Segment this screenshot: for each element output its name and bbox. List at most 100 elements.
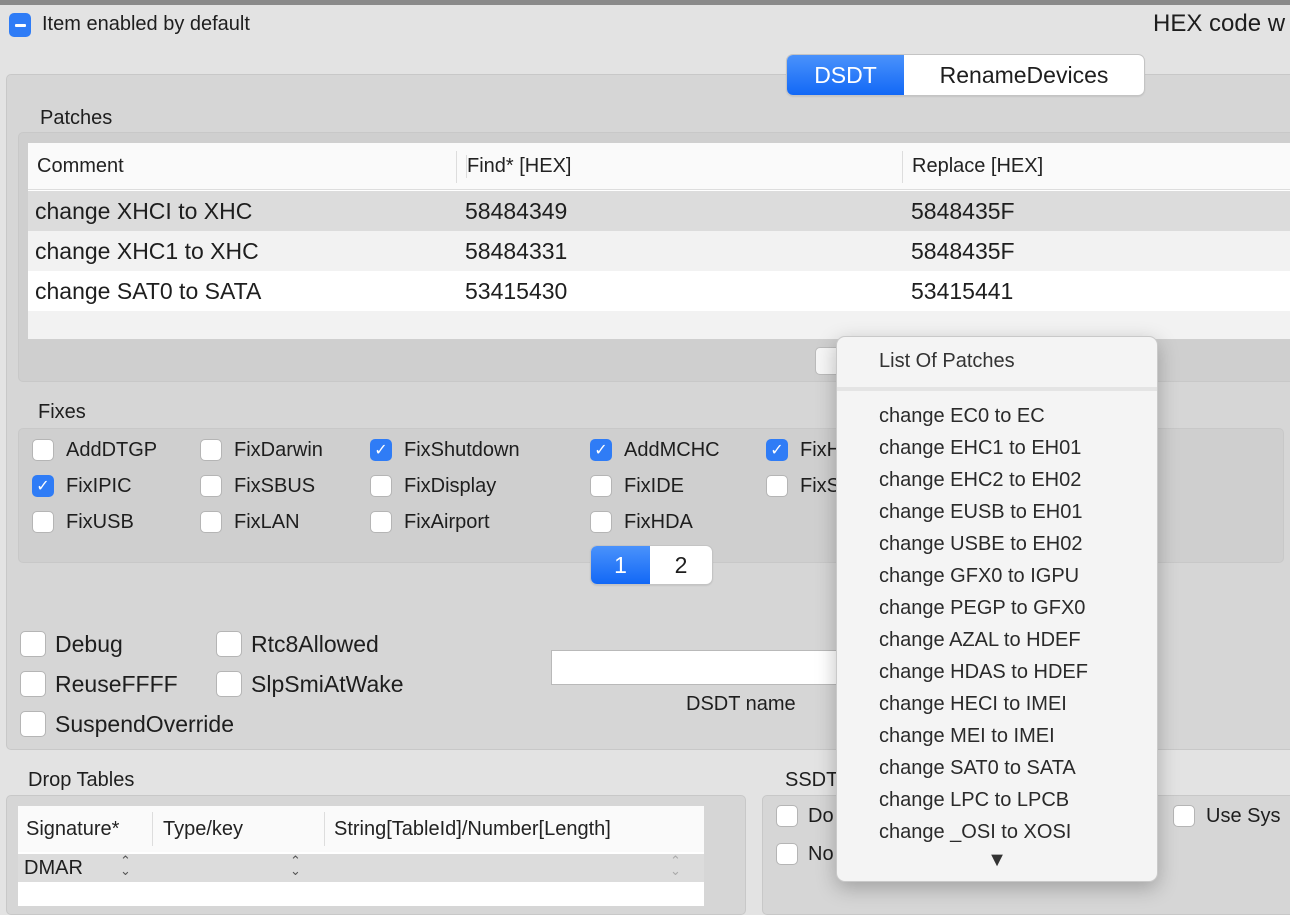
column-header-replace[interactable]: Replace [HEX] [912, 155, 1043, 178]
fix-checkbox[interactable] [370, 511, 392, 533]
menu-item[interactable]: change USBE to EH02 [879, 533, 1082, 556]
menu-item[interactable]: change PEGP to GFX0 [879, 597, 1085, 620]
cell-find: 53415430 [465, 278, 568, 304]
fix-checkbox[interactable] [32, 511, 54, 533]
fix-checkbox[interactable] [200, 511, 222, 533]
fixes-page-2[interactable]: 2 [650, 546, 712, 584]
hex-code-label: HEX code w [1153, 10, 1286, 37]
drop-tables-title: Drop Tables [28, 769, 135, 791]
scroll-down-arrow-icon[interactable]: ▼ [837, 849, 1157, 872]
signature-stepper-icon[interactable]: ⌃ ⌄ [120, 854, 131, 877]
fix-label: FixH [800, 439, 842, 461]
cell-replace: 5848435F [911, 238, 1015, 264]
tab-rename-devices[interactable]: RenameDevices [904, 55, 1144, 95]
item-enabled-checkbox[interactable] [9, 13, 31, 37]
fix-label: FixHDA [624, 511, 693, 533]
checkmark-icon: ✓ [36, 478, 50, 495]
option-checkbox[interactable] [216, 631, 242, 657]
fix-checkbox[interactable]: ✓ [590, 439, 612, 461]
fix-checkbox[interactable] [200, 439, 222, 461]
dsdt-name-label: DSDT name [686, 693, 796, 715]
menu-item[interactable]: change MEI to IMEI [879, 725, 1055, 748]
column-header-signature[interactable]: Signature* [26, 818, 119, 841]
fix-label: AddMCHC [624, 439, 720, 461]
menu-separator [837, 387, 1157, 391]
fix-label: FixLAN [234, 511, 300, 533]
fix-label: FixAirport [404, 511, 490, 533]
column-header-comment[interactable]: Comment [37, 155, 124, 178]
fix-label: FixIDE [624, 475, 684, 497]
fix-label: FixIPIC [66, 475, 132, 497]
fixes-pager: 1 2 [591, 546, 712, 584]
fix-checkbox[interactable]: ✓ [370, 439, 392, 461]
menu-item[interactable]: change EUSB to EH01 [879, 501, 1082, 524]
window-top-edge [0, 0, 1290, 5]
fix-checkbox[interactable] [590, 511, 612, 533]
fix-checkbox[interactable] [370, 475, 392, 497]
menu-item[interactable]: change GFX0 to IGPU [879, 565, 1079, 588]
list-of-patches-menu: List Of Patches change EC0 to EC change E… [836, 336, 1158, 882]
use-sys-label: Use Sys [1206, 805, 1281, 827]
cell-comment: change XHCI to XHC [35, 198, 253, 224]
menu-item[interactable]: change HDAS to HDEF [879, 661, 1088, 684]
menu-item[interactable]: change EHC1 to EH01 [879, 437, 1081, 460]
menu-item[interactable]: change AZAL to HDEF [879, 629, 1081, 652]
option-checkbox[interactable] [20, 631, 46, 657]
table-row[interactable]: change XHCI to XHC 58484349 5848435F [28, 191, 1290, 231]
option-checkbox[interactable] [216, 671, 242, 697]
fix-label: FixUSB [66, 511, 134, 533]
menu-item[interactable]: change HECI to IMEI [879, 693, 1067, 716]
menu-title: List Of Patches [879, 350, 1015, 372]
option-label: SlpSmiAtWake [251, 671, 404, 697]
ssdt-do-label: Do [808, 805, 834, 827]
use-sys-checkbox[interactable] [1173, 805, 1195, 827]
dsdt-name-input[interactable] [551, 650, 851, 685]
fix-label: FixDarwin [234, 439, 323, 461]
fix-checkbox[interactable] [766, 475, 788, 497]
tab-dsdt[interactable]: DSDT [787, 55, 904, 95]
ssdt-title: SSDT [785, 769, 839, 791]
option-label: ReuseFFFF [55, 671, 178, 697]
ssdt-do-checkbox[interactable] [776, 805, 798, 827]
fix-checkbox[interactable] [200, 475, 222, 497]
table-row[interactable]: change XHC1 to XHC 58484331 5848435F [28, 231, 1290, 271]
menu-item[interactable]: change LPC to LPCB [879, 789, 1069, 812]
fix-checkbox[interactable] [32, 439, 54, 461]
menu-item[interactable]: change _OSI to XOSI [879, 821, 1071, 844]
fix-label: FixShutdown [404, 439, 520, 461]
drop-tables-table: Signature* Type/key String[TableId]/Numb… [18, 806, 704, 906]
item-enabled-label: Item enabled by default [42, 13, 250, 35]
fixes-title: Fixes [38, 401, 86, 423]
patches-table: Comment Find* [HEX] Replace [HEX] change… [28, 143, 1290, 339]
table-row[interactable]: DMAR ⌃ ⌄ ⌃ ⌄ ⌃ ⌄ [18, 854, 704, 882]
tab-selector: DSDT RenameDevices [787, 55, 1144, 95]
table-row[interactable]: change SAT0 to SATA 53415430 53415441 [28, 271, 1290, 311]
cell-replace: 5848435F [911, 198, 1015, 224]
fixes-page-1[interactable]: 1 [591, 546, 650, 584]
fix-checkbox[interactable]: ✓ [766, 439, 788, 461]
column-header-find[interactable]: Find* [HEX] [466, 155, 571, 178]
menu-item[interactable]: change SAT0 to SATA [879, 757, 1076, 780]
column-header-type-key[interactable]: Type/key [163, 818, 243, 841]
checkmark-icon: ✓ [594, 442, 608, 459]
option-checkbox[interactable] [20, 711, 46, 737]
menu-item[interactable]: change EC0 to EC [879, 405, 1045, 428]
fix-label: FixDisplay [404, 475, 497, 497]
fix-label: FixS [800, 475, 840, 497]
patches-title: Patches [40, 107, 113, 129]
option-label: Rtc8Allowed [251, 631, 379, 657]
option-label: Debug [55, 631, 123, 657]
option-checkbox[interactable] [20, 671, 46, 697]
type-stepper-icon[interactable]: ⌃ ⌄ [290, 854, 301, 877]
menu-item[interactable]: change EHC2 to EH02 [879, 469, 1081, 492]
cell-find: 58484349 [465, 198, 568, 224]
ssdt-no-label: No [808, 843, 834, 865]
fix-checkbox[interactable] [590, 475, 612, 497]
string-stepper-icon[interactable]: ⌃ ⌄ [670, 854, 681, 877]
cell-comment: change SAT0 to SATA [35, 278, 262, 304]
ssdt-no-checkbox[interactable] [776, 843, 798, 865]
fix-checkbox[interactable]: ✓ [32, 475, 54, 497]
cell-signature: DMAR [24, 857, 83, 879]
checkmark-icon: ✓ [374, 442, 388, 459]
column-header-string[interactable]: String[TableId]/Number[Length] [334, 818, 611, 841]
